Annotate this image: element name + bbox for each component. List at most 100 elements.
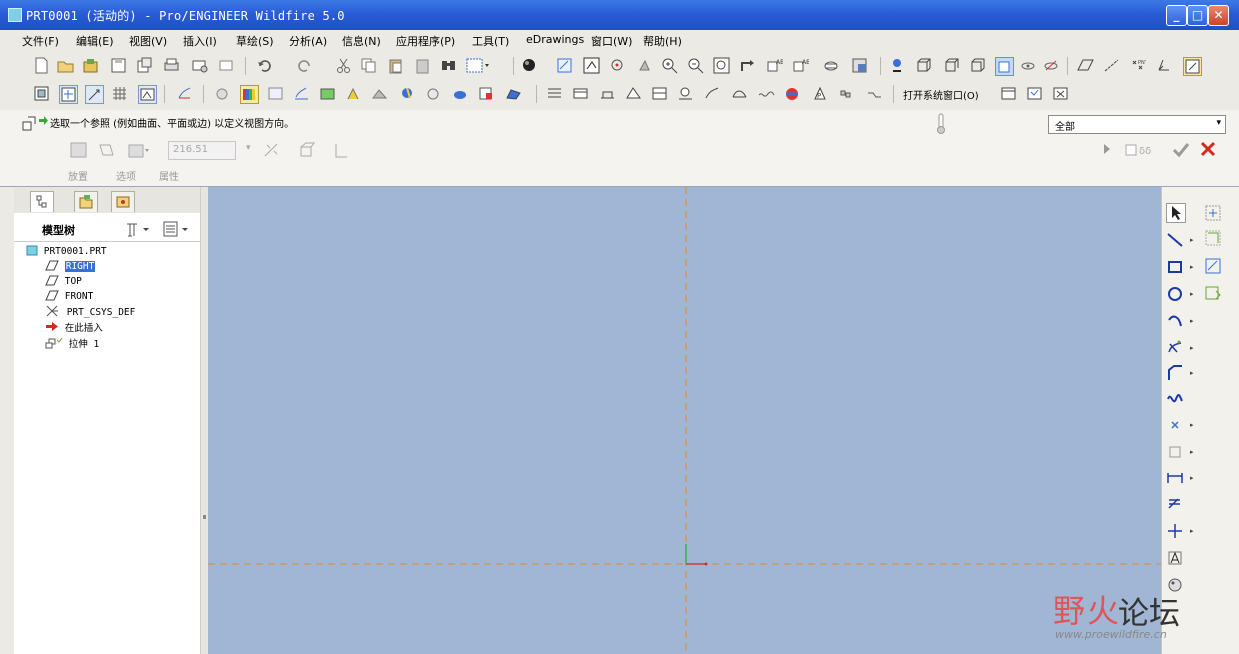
tree-item-top[interactable]: TOP	[45, 275, 82, 290]
model-display-icon[interactable]	[214, 85, 231, 102]
tree-filters-icon[interactable]	[162, 220, 192, 238]
cancel-x-icon[interactable]	[1199, 140, 1217, 158]
hide-icon[interactable]	[1043, 57, 1060, 74]
visibility-icon[interactable]	[1020, 57, 1037, 74]
datum-axis-display-icon[interactable]	[1103, 57, 1120, 74]
menu-window[interactable]: 窗口(W)	[591, 33, 632, 49]
undo-icon[interactable]	[256, 57, 273, 74]
text-tool-icon[interactable]	[1166, 549, 1184, 567]
menu-applications[interactable]: 应用程序(P)	[396, 33, 455, 49]
variable-section-sweep-icon[interactable]	[704, 85, 721, 102]
flyout-arrow-icon[interactable]: ▸	[1190, 236, 1194, 244]
section-analysis-icon[interactable]	[371, 85, 388, 102]
depth-dropdown-icon[interactable]: ▾	[246, 143, 251, 153]
new-file-icon[interactable]	[33, 57, 50, 74]
tree-item-extrude[interactable]: 拉伸 1	[45, 336, 99, 351]
spin-center-icon[interactable]	[609, 57, 626, 74]
menu-edit[interactable]: 编辑(E)	[76, 33, 114, 49]
menu-analysis[interactable]: 分析(A)	[289, 33, 327, 49]
mold-analysis-icon[interactable]	[478, 85, 495, 102]
tree-item-csys[interactable]: PRT_CSYS_DEF	[45, 305, 135, 320]
open-folder-icon[interactable]	[57, 57, 74, 74]
modify-tool-icon[interactable]	[1166, 495, 1184, 513]
mirror-tool-icon[interactable]: P	[812, 85, 829, 102]
confirm-checkmark-icon[interactable]	[1171, 140, 1191, 160]
line-tool-icon[interactable]	[1166, 231, 1184, 249]
circle-tool-icon[interactable]	[1166, 285, 1184, 303]
hidden-line-icon[interactable]	[943, 57, 960, 74]
tab-properties[interactable]: 属性	[159, 168, 179, 183]
find-icon[interactable]	[440, 57, 457, 74]
thickness-analysis-icon[interactable]	[452, 85, 469, 102]
menu-view[interactable]: 视图(V)	[129, 33, 167, 49]
display-style-icon[interactable]	[889, 57, 906, 74]
fillet-tool-icon[interactable]	[1166, 338, 1184, 356]
datum-point-display-icon[interactable]: PNT	[1129, 57, 1146, 74]
use-edge-icon[interactable]	[1204, 229, 1222, 247]
reorient-icon[interactable]	[739, 57, 756, 74]
tab-options[interactable]: 选项	[116, 168, 136, 183]
depth-value-input[interactable]: 216.51	[168, 141, 236, 160]
saved-analysis-icon[interactable]	[505, 85, 522, 102]
pattern-tool-icon[interactable]	[839, 85, 856, 102]
shade-analysis-icon[interactable]	[319, 85, 336, 102]
gradient-analysis-icon[interactable]	[267, 85, 284, 102]
depth-option-icon[interactable]	[127, 141, 149, 160]
flyout-arrow-icon[interactable]: ▸	[1190, 263, 1194, 271]
model-tree-settings-icon[interactable]	[33, 85, 50, 102]
menu-info[interactable]: 信息(N)	[342, 33, 381, 49]
slope-analysis-icon[interactable]	[345, 85, 362, 102]
menu-insert[interactable]: 插入(I)	[183, 33, 217, 49]
preview-icon[interactable]: δδ	[1125, 142, 1165, 158]
grid-display-icon[interactable]	[111, 85, 128, 102]
tab-favorites[interactable]	[111, 191, 135, 212]
dimension-display-icon[interactable]	[85, 85, 104, 104]
orient-mode-icon[interactable]	[636, 57, 653, 74]
flyout-arrow-icon[interactable]: ▸	[1190, 474, 1194, 482]
menu-tools[interactable]: 工具(T)	[472, 33, 509, 49]
saved-views-icon[interactable]: AB	[766, 57, 783, 74]
arc-tool-icon[interactable]	[1166, 312, 1184, 330]
draft-tool-icon[interactable]	[625, 85, 642, 102]
wireframe-icon[interactable]	[915, 57, 932, 74]
solid-icon[interactable]	[69, 141, 89, 160]
menu-edrawings[interactable]: eDrawings	[526, 33, 584, 46]
boundary-blend-icon[interactable]	[731, 85, 748, 102]
flyout-arrow-icon[interactable]: ▸	[1190, 369, 1194, 377]
open-session-icon[interactable]	[82, 57, 99, 74]
copy-icon[interactable]	[360, 57, 377, 74]
zoom-in-icon[interactable]	[661, 57, 678, 74]
email-icon[interactable]	[191, 57, 208, 74]
open-system-window-button[interactable]: 打开系统窗口(O)	[903, 87, 979, 102]
sketch-orientation-icon[interactable]	[59, 85, 78, 104]
select-pointer-icon[interactable]	[1166, 203, 1186, 223]
cut-icon[interactable]	[335, 57, 352, 74]
surface-icon[interactable]	[97, 141, 115, 160]
csys-display-icon[interactable]	[1155, 57, 1172, 74]
window-close-icon[interactable]	[1026, 85, 1043, 102]
graphics-window[interactable]	[208, 187, 1161, 654]
thicken-edge-icon[interactable]	[1204, 284, 1222, 302]
tab-folder-browser[interactable]	[74, 191, 98, 212]
save-copy-icon[interactable]	[136, 57, 153, 74]
zoom-out-icon[interactable]	[687, 57, 704, 74]
rib-tool-icon[interactable]	[599, 85, 616, 102]
pause-play-icon[interactable]	[1102, 142, 1112, 156]
shell-tool-icon[interactable]	[572, 85, 589, 102]
tree-item-right[interactable]: RIGHT	[45, 260, 96, 275]
tab-model-tree[interactable]	[30, 191, 54, 212]
menu-sketch[interactable]: 草绘(S)	[236, 33, 274, 49]
repaint-icon[interactable]	[556, 57, 573, 74]
color-scale-icon[interactable]	[240, 85, 259, 104]
style-tool-icon[interactable]	[758, 85, 775, 102]
selection-box-icon[interactable]	[466, 57, 490, 74]
menu-help[interactable]: 帮助(H)	[643, 33, 682, 49]
spline-tool-icon[interactable]	[1166, 390, 1184, 408]
save-icon[interactable]	[110, 57, 127, 74]
vertex-display-icon[interactable]	[138, 85, 157, 104]
email-link-icon[interactable]	[218, 57, 235, 74]
point-tool-icon[interactable]	[1166, 416, 1184, 434]
flyout-arrow-icon[interactable]: ▸	[1190, 421, 1194, 429]
draft-analysis-icon[interactable]	[399, 85, 416, 102]
paste-special-icon[interactable]	[414, 57, 431, 74]
